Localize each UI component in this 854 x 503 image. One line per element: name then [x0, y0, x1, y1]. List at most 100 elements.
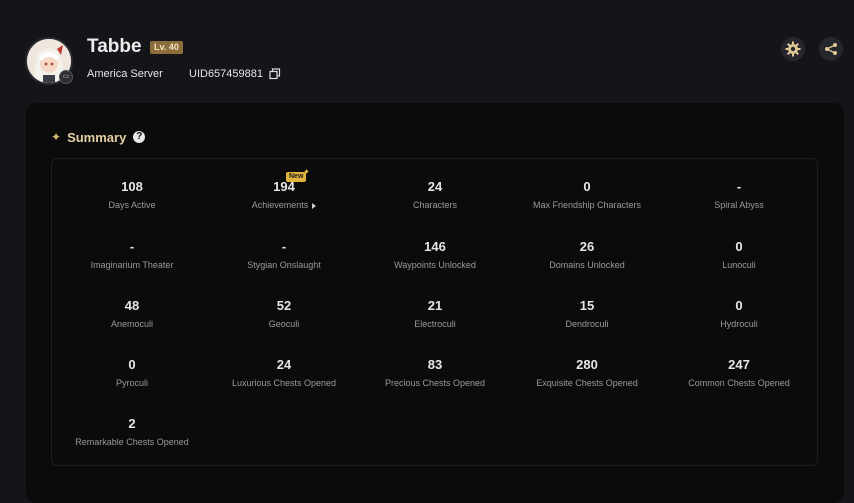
- stat-value: 48: [124, 298, 140, 313]
- stat-label: Remarkable Chests Opened: [56, 436, 208, 448]
- stat-item: - Imaginarium Theater: [56, 238, 208, 271]
- stat-label: Geoculi: [208, 318, 360, 330]
- stat-label-text: Waypoints Unlocked: [394, 260, 476, 270]
- server-name: America Server: [87, 68, 163, 80]
- stat-item: - Spiral Abyss: [663, 178, 815, 211]
- stat-item: 26 Domains Unlocked: [511, 238, 663, 271]
- new-badge: New: [286, 172, 307, 182]
- stat-item: 83 Precious Chests Opened: [359, 356, 511, 389]
- stat-label: Lunoculi: [663, 259, 815, 271]
- stat-value: -: [736, 179, 742, 194]
- stat-item: 15 Dendroculi: [511, 297, 663, 330]
- stats-grid: 108 Days Active 194 New Achievements 24 Charac…: [51, 158, 818, 466]
- stat-label-text: Characters: [412, 200, 457, 210]
- level-badge: Lv. 40: [150, 41, 183, 54]
- stat-value: 146: [424, 239, 446, 254]
- stat-value: 108: [121, 179, 143, 194]
- stat-item: 0 Max Friendship Characters: [511, 178, 663, 211]
- uid-text: UID657459881: [189, 68, 264, 80]
- stat-label-text: Stygian Onslaught: [247, 260, 321, 270]
- stat-label: Waypoints Unlocked: [359, 259, 511, 271]
- stat-label-text: Spiral Abyss: [714, 200, 764, 210]
- stat-label: Max Friendship Characters: [511, 199, 663, 211]
- stat-value: 15: [579, 298, 595, 313]
- stat-item: 2 Remarkable Chests Opened: [56, 415, 208, 448]
- stat-label: Characters: [359, 199, 511, 211]
- stat-value: -: [129, 239, 135, 254]
- stat-value: 24: [276, 357, 292, 372]
- stat-label-text: Luxurious Chests Opened: [231, 378, 337, 388]
- stat-label: Pyroculi: [56, 377, 208, 389]
- stat-label-text: Anemoculi: [110, 319, 154, 329]
- stat-item: 24 Characters: [359, 178, 511, 211]
- stat-item: 146 Waypoints Unlocked: [359, 238, 511, 271]
- stat-value: 26: [579, 239, 595, 254]
- stat-value: 0: [583, 179, 591, 194]
- stat-label-text: Hydroculi: [720, 319, 758, 329]
- stat-item: - Stygian Onslaught: [208, 238, 360, 271]
- avatar-badge-icon: ▭: [59, 70, 73, 84]
- stat-label: Stygian Onslaught: [208, 259, 360, 271]
- stat-label: Anemoculi: [56, 318, 208, 330]
- stat-item: 0 Pyroculi: [56, 356, 208, 389]
- sparkle-icon: ✦: [51, 130, 62, 144]
- stat-label-text: Imaginarium Theater: [90, 260, 174, 270]
- stat-item: 48 Anemoculi: [56, 297, 208, 330]
- stat-label: Imaginarium Theater: [56, 259, 208, 271]
- stat-label-text: Exquisite Chests Opened: [536, 378, 638, 388]
- stat-item: 108 Days Active: [56, 178, 208, 211]
- stat-value: -: [281, 239, 287, 254]
- stat-label-text: Common Chests Opened: [688, 378, 790, 388]
- stat-label: Days Active: [56, 199, 208, 211]
- stat-value: 52: [276, 298, 292, 313]
- stat-label: Domains Unlocked: [511, 259, 663, 271]
- stat-label: Electroculi: [359, 318, 511, 330]
- stat-value: 24: [427, 179, 443, 194]
- share-icon: [825, 43, 837, 55]
- question-icon[interactable]: ?: [133, 131, 146, 143]
- stat-label-text: Max Friendship Characters: [532, 200, 642, 210]
- stat-label: Dendroculi: [511, 318, 663, 330]
- stat-value: 0: [128, 357, 136, 372]
- stat-label-text: Pyroculi: [115, 378, 148, 388]
- stat-label: Precious Chests Opened: [359, 377, 511, 389]
- stat-item: 280 Exquisite Chests Opened: [511, 356, 663, 389]
- stat-item: 24 Luxurious Chests Opened: [208, 356, 360, 389]
- stat-value: 0: [735, 298, 743, 313]
- stat-label-text: Achievements: [251, 200, 309, 210]
- stat-value: 21: [427, 298, 443, 313]
- settings-button[interactable]: [781, 37, 805, 61]
- stat-value: 83: [427, 357, 443, 372]
- stat-label-text: Days Active: [108, 200, 156, 210]
- stat-item: 0 Hydroculi: [663, 297, 815, 330]
- gear-icon: [785, 41, 801, 57]
- stat-item: 247 Common Chests Opened: [663, 356, 815, 389]
- stat-value: 247: [728, 357, 750, 372]
- stat-item: 0 Lunoculi: [663, 238, 815, 271]
- copy-icon[interactable]: [269, 68, 281, 80]
- stat-label: Hydroculi: [663, 318, 815, 330]
- stat-label: Spiral Abyss: [663, 199, 815, 211]
- stat-label: Achievements: [208, 199, 360, 211]
- stat-label: Exquisite Chests Opened: [511, 377, 663, 389]
- stat-label-text: Geoculi: [268, 319, 300, 329]
- stat-label-text: Precious Chests Opened: [384, 378, 486, 388]
- profile-header: ▭ Tabbe Lv. 40 America Server UID6574598…: [0, 0, 854, 100]
- stat-item[interactable]: 194 New Achievements: [208, 172, 360, 211]
- stat-label: Common Chests Opened: [663, 377, 815, 389]
- share-button[interactable]: [819, 37, 843, 61]
- summary-title: Summary: [67, 129, 127, 145]
- profile-name: Tabbe: [87, 36, 142, 57]
- stat-value: 2: [128, 416, 136, 431]
- stat-label-text: Dendroculi: [565, 319, 609, 329]
- stat-label-text: Domains Unlocked: [549, 260, 625, 270]
- stat-item: 21 Electroculi: [359, 297, 511, 330]
- stat-label-text: Remarkable Chests Opened: [75, 437, 189, 447]
- caret-right-icon[interactable]: [312, 202, 317, 209]
- summary-panel: ✦ Summary ? 108 Days Active 194 New Achievem…: [26, 103, 844, 503]
- stat-label-text: Electroculi: [414, 319, 456, 329]
- stat-label: Luxurious Chests Opened: [208, 377, 360, 389]
- summary-header: ✦ Summary ?: [51, 129, 146, 145]
- stat-value: 280: [576, 357, 598, 372]
- stat-value: 0: [735, 239, 743, 254]
